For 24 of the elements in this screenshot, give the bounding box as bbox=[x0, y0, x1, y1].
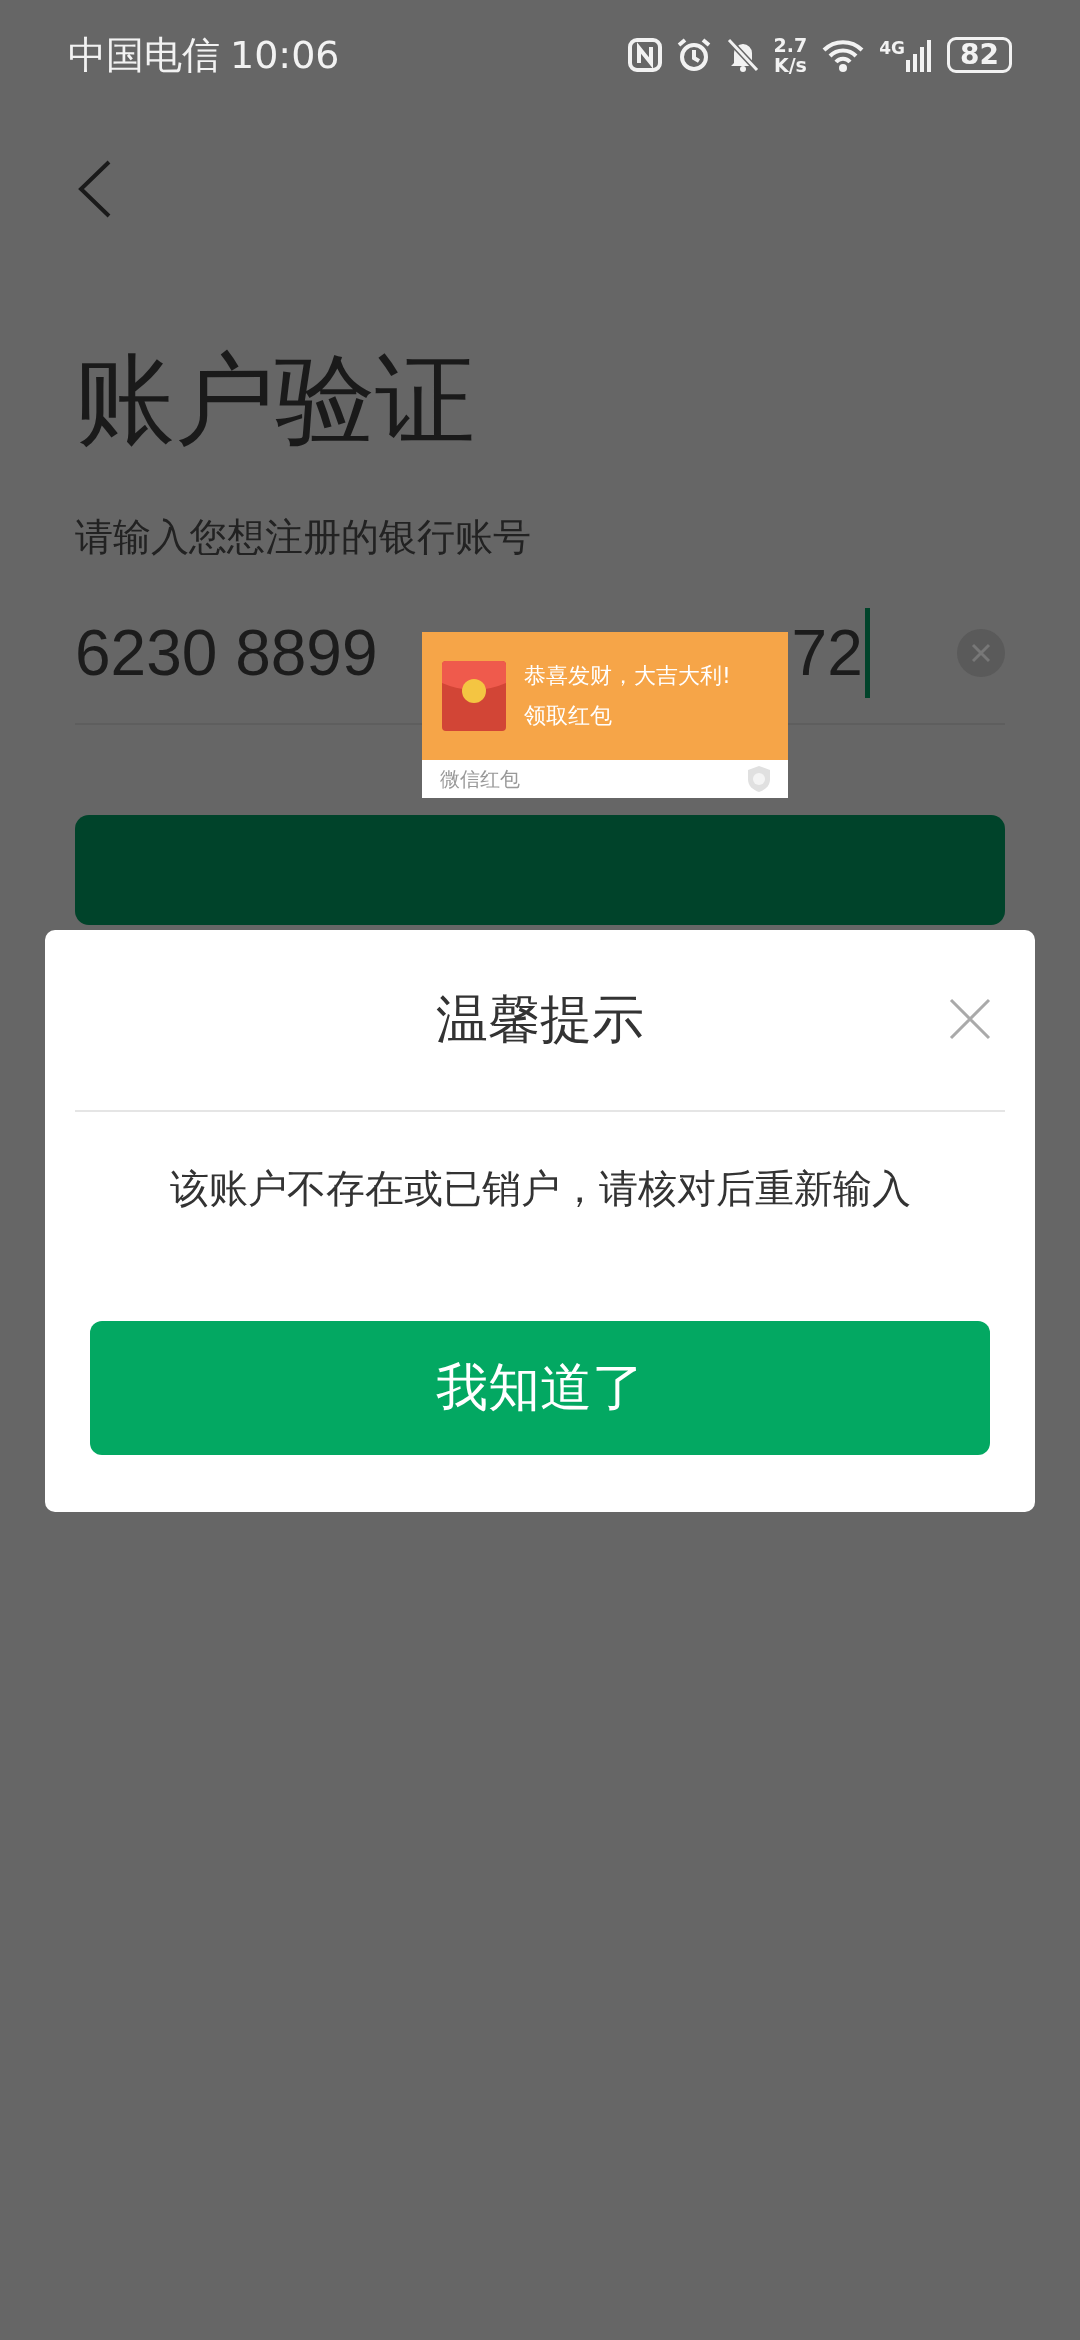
envelope-icon bbox=[442, 661, 506, 731]
notification-title: 恭喜发财，大吉大利! bbox=[524, 662, 731, 690]
speed-unit: K/s bbox=[773, 55, 807, 75]
bell-muted-icon bbox=[725, 37, 760, 73]
notification-action: 领取红包 bbox=[524, 702, 613, 730]
confirm-button[interactable]: 我知道了 bbox=[90, 1321, 990, 1455]
close-icon[interactable] bbox=[949, 998, 991, 1040]
nfc-icon bbox=[627, 38, 662, 72]
battery-indicator: 82 bbox=[947, 37, 1012, 73]
gift-notification[interactable]: 恭喜发财，大吉大利! 领取红包 微信红包 bbox=[422, 632, 788, 798]
page-subtitle: 请输入您想注册的银行账号 bbox=[75, 514, 532, 561]
alarm-icon bbox=[675, 37, 712, 73]
page-title: 账户验证 bbox=[75, 350, 476, 450]
network-type: 4G bbox=[879, 38, 906, 58]
carrier-name: 中国电信 bbox=[68, 31, 220, 79]
notification-source: 微信红包 bbox=[440, 765, 520, 793]
shield-icon bbox=[746, 765, 772, 793]
clear-icon[interactable] bbox=[957, 629, 1005, 677]
clock: 10:06 bbox=[230, 33, 340, 77]
dialog-message: 该账户不存在或已销户，请核对后重新输入 bbox=[168, 1165, 912, 1213]
dialog-title: 温馨提示 bbox=[436, 988, 644, 1051]
signal-icon bbox=[905, 38, 934, 72]
speed-value: 2.7 bbox=[773, 35, 808, 55]
wifi-icon bbox=[821, 38, 866, 72]
